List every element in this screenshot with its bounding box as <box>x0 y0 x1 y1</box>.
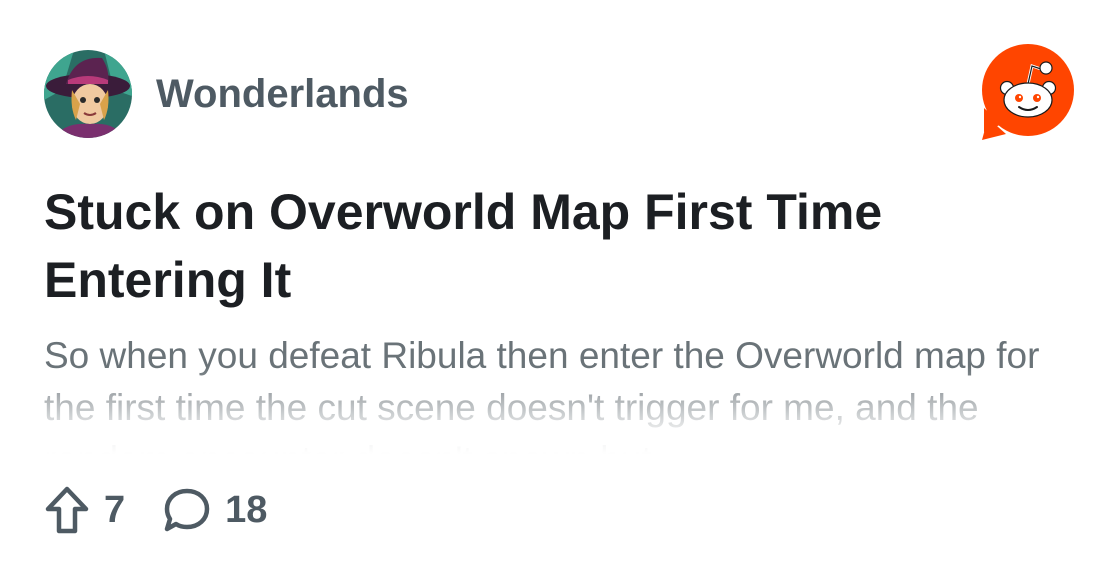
upvote-button[interactable]: 7 <box>44 486 125 534</box>
subreddit-name[interactable]: Wonderlands <box>156 74 409 114</box>
comments-button[interactable]: 18 <box>163 486 267 534</box>
post-body-preview[interactable]: So when you defeat Ribula then enter the… <box>44 330 1074 454</box>
post-title[interactable]: Stuck on Overworld Map First Time Enteri… <box>44 178 1074 314</box>
upvote-count: 7 <box>104 489 126 531</box>
post-footer: 7 18 <box>44 484 267 536</box>
comment-count: 18 <box>225 489 268 531</box>
comment-bubble-icon <box>163 486 211 534</box>
upvote-arrow-icon <box>44 486 90 534</box>
subreddit-avatar[interactable] <box>44 50 132 138</box>
post-body-text: So when you defeat Ribula then enter the… <box>44 335 1040 454</box>
reddit-logo-icon[interactable] <box>980 44 1076 140</box>
post-card[interactable]: Wonderlands Stuck on Overworld Map First… <box>0 0 1120 584</box>
post-header: Wonderlands <box>44 50 409 138</box>
